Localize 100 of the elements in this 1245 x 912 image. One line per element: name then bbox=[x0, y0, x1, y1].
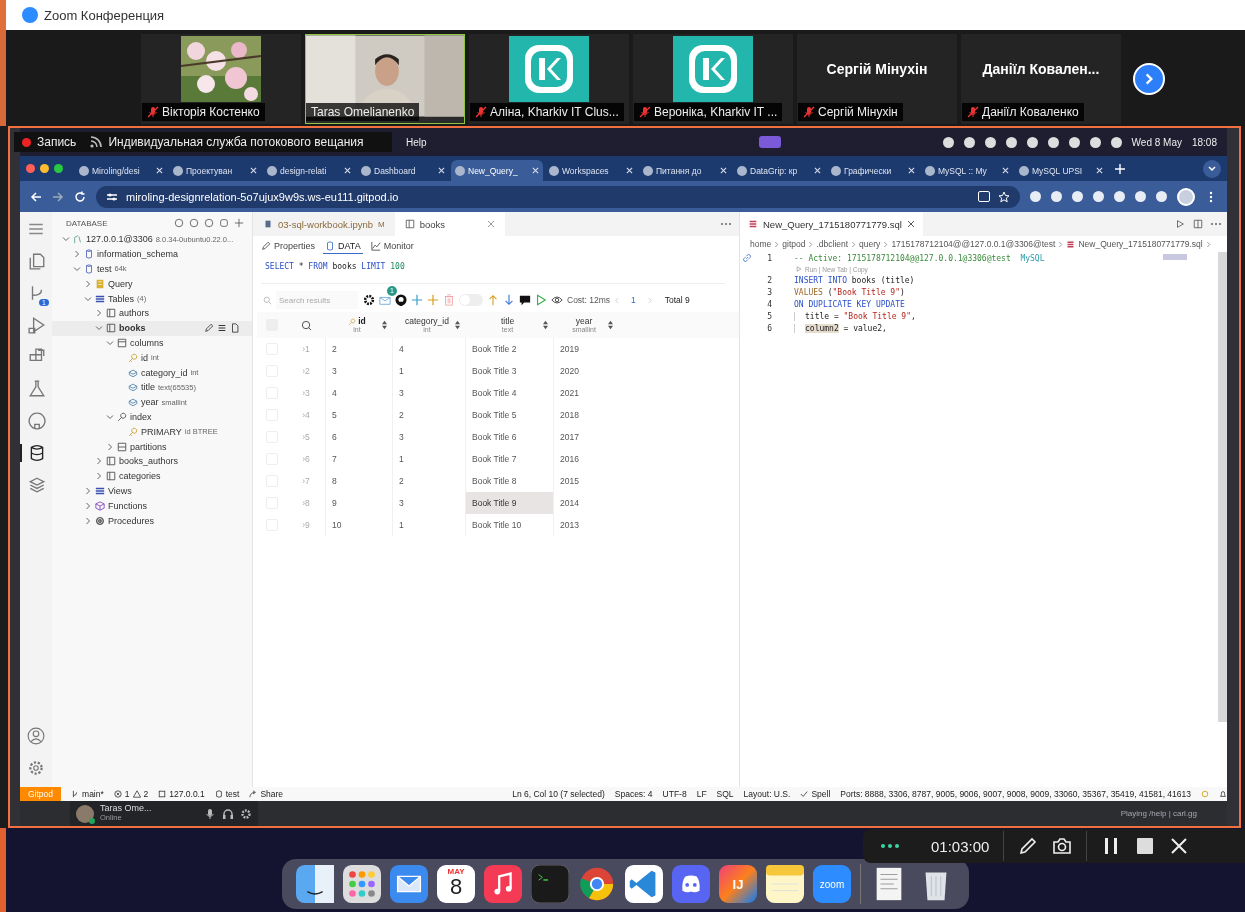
table-cell[interactable]: 2021 bbox=[553, 382, 618, 404]
microphone-icon[interactable] bbox=[204, 807, 216, 820]
link-icon[interactable] bbox=[742, 253, 752, 263]
tree-item[interactable]: title bbox=[141, 382, 155, 393]
table-cell[interactable]: 2018 bbox=[553, 404, 618, 426]
table-cell[interactable]: 4 bbox=[325, 382, 392, 404]
tree-item[interactable]: year bbox=[141, 397, 159, 408]
account-icon[interactable] bbox=[27, 727, 45, 745]
browser-tab[interactable]: New_Query_ bbox=[451, 160, 543, 181]
table-cell[interactable]: 2015 bbox=[553, 470, 618, 492]
refresh-icon[interactable] bbox=[204, 218, 214, 228]
eye-icon[interactable] bbox=[551, 294, 563, 306]
table-cell[interactable]: Book Title 5 bbox=[465, 404, 553, 426]
run-icon[interactable] bbox=[1175, 219, 1185, 229]
table-cell[interactable]: 4 bbox=[392, 338, 465, 360]
query-field[interactable]: SELECT * FROM books LIMIT 100 bbox=[261, 258, 725, 284]
table-cell[interactable]: Book Title 3 bbox=[465, 360, 553, 382]
user-name[interactable]: Taras Ome... bbox=[100, 804, 198, 815]
column-name[interactable]: category_id bbox=[405, 317, 449, 326]
table-cell[interactable]: Book Title 4 bbox=[465, 382, 553, 404]
breadcrumb[interactable]: query bbox=[859, 239, 881, 249]
settings-icon[interactable] bbox=[240, 807, 252, 820]
browser-tab[interactable]: Питання до bbox=[639, 160, 731, 181]
next-page-button[interactable] bbox=[1133, 63, 1165, 95]
collapse-icon[interactable] bbox=[219, 218, 229, 228]
tab-search-button[interactable] bbox=[1203, 159, 1221, 178]
breadcrumb[interactable]: .dbclient bbox=[816, 239, 849, 249]
extension-icon[interactable] bbox=[1156, 191, 1167, 202]
extension-icon[interactable] bbox=[1072, 191, 1083, 202]
back-icon[interactable] bbox=[30, 190, 42, 203]
arrow-down-icon[interactable] bbox=[503, 294, 515, 306]
status-item[interactable]: Spell bbox=[811, 789, 831, 799]
headphones-icon[interactable] bbox=[222, 807, 234, 820]
menu-item[interactable]: Help bbox=[406, 136, 427, 148]
status-icon[interactable] bbox=[1005, 136, 1017, 148]
tree-item[interactable]: books_authors bbox=[119, 456, 179, 467]
browser-tab[interactable]: Workspaces bbox=[545, 160, 637, 181]
status-icon[interactable] bbox=[1026, 136, 1038, 148]
table-cell[interactable]: 1 bbox=[392, 360, 465, 382]
tree-item[interactable]: PRIMARY bbox=[141, 426, 182, 437]
close-icon[interactable] bbox=[906, 220, 915, 228]
status-icon[interactable] bbox=[963, 136, 975, 148]
list-icon[interactable] bbox=[217, 323, 227, 334]
status-item[interactable]: UTF-8 bbox=[662, 787, 687, 801]
tree-item[interactable]: Query bbox=[108, 278, 133, 289]
page-number[interactable]: 1 bbox=[631, 295, 636, 305]
table-cell[interactable]: 2016 bbox=[553, 448, 618, 470]
table-cell[interactable]: 3 bbox=[392, 382, 465, 404]
table-cell[interactable]: 5 bbox=[325, 404, 392, 426]
table-cell[interactable]: 2013 bbox=[553, 514, 618, 536]
music-app-icon[interactable] bbox=[484, 865, 522, 903]
browser-tab[interactable]: Miroling/desi bbox=[75, 160, 167, 181]
bell-icon[interactable] bbox=[1219, 790, 1227, 798]
table-cell[interactable]: 2 bbox=[325, 338, 392, 360]
editor-tab[interactable]: 03-sql-workbook.ipynb M bbox=[253, 212, 395, 236]
column-name[interactable]: year bbox=[575, 317, 593, 326]
status-item[interactable]: LF bbox=[696, 787, 707, 801]
terminal-app-icon[interactable] bbox=[531, 865, 569, 903]
tree-item[interactable]: Functions bbox=[108, 500, 148, 511]
editor-tab[interactable]: books bbox=[394, 212, 505, 236]
stop-icon[interactable] bbox=[1135, 836, 1156, 856]
status-icon[interactable] bbox=[1047, 136, 1059, 148]
github-icon[interactable] bbox=[395, 294, 407, 306]
discord-app-icon[interactable] bbox=[672, 865, 710, 903]
screen-share-icon[interactable] bbox=[758, 136, 781, 148]
extension-icon[interactable] bbox=[1135, 191, 1146, 202]
status-item[interactable]: Ports: 8888, 3306, 8787, 9005, 9006, 9007, 9008, 9009, 33060, 35367, 35419, 41581, 41613 bbox=[840, 787, 1191, 801]
star-icon[interactable] bbox=[998, 190, 1010, 203]
tree-item[interactable]: index bbox=[130, 411, 152, 422]
browser-tab[interactable]: DataGrip: кр bbox=[733, 160, 825, 181]
browser-tab[interactable]: MySQL :: My bbox=[921, 160, 1013, 181]
sort-icon[interactable] bbox=[381, 320, 388, 330]
table-cell[interactable]: 1 bbox=[392, 448, 465, 470]
search-field[interactable]: Search results bbox=[276, 291, 358, 309]
status-item[interactable]: Ln 6, Col 10 (7 selected) bbox=[512, 787, 605, 801]
participant-tile[interactable]: Даніїл Ковален... Даніїл Коваленко bbox=[961, 34, 1121, 124]
browser-tab[interactable]: MySQL UPSI bbox=[1015, 160, 1107, 181]
status-icon[interactable] bbox=[942, 136, 954, 148]
edit-icon[interactable] bbox=[204, 323, 214, 334]
tree-item[interactable]: Views bbox=[108, 485, 132, 496]
status-icon[interactable] bbox=[984, 136, 996, 148]
tree-item[interactable]: authors bbox=[119, 308, 150, 319]
table-cell[interactable]: 8 bbox=[325, 470, 392, 492]
participant-tile[interactable]: Вероніка, Kharkiv IT ... bbox=[633, 34, 793, 124]
notes-app-icon[interactable] bbox=[766, 865, 804, 903]
browser-tab[interactable]: Графически bbox=[827, 160, 919, 181]
table-cell[interactable]: 2014 bbox=[553, 492, 618, 514]
table-cell[interactable]: Book Title 7 bbox=[465, 448, 553, 470]
play-icon[interactable] bbox=[535, 294, 547, 306]
launchpad-app-icon[interactable] bbox=[343, 865, 381, 903]
tree-item[interactable]: columns bbox=[130, 337, 164, 348]
tree-item[interactable]: categories bbox=[119, 471, 161, 482]
extension-icon[interactable] bbox=[1030, 191, 1041, 202]
tree-item[interactable]: test bbox=[97, 264, 112, 274]
breadcrumb[interactable]: home bbox=[750, 239, 772, 249]
tree-item[interactable]: 127.0.0.1@3306 bbox=[86, 234, 153, 245]
participant-tile[interactable]: Аліна, Kharkiv IT Clus... bbox=[469, 34, 629, 124]
browser-tab[interactable]: design-relati bbox=[263, 160, 355, 181]
table-cell[interactable]: 3 bbox=[325, 360, 392, 382]
table-cell[interactable]: 2020 bbox=[553, 360, 618, 382]
